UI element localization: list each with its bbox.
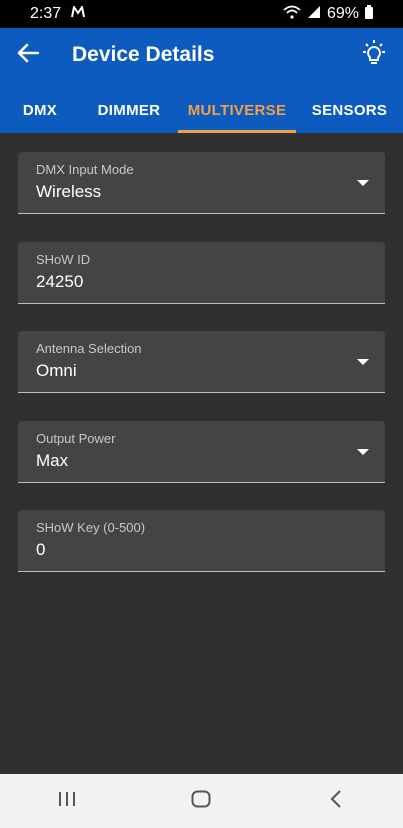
dmx-input-mode-dropdown[interactable]: DMX Input Mode Wireless <box>18 152 385 214</box>
output-power-dropdown[interactable]: Output Power Max <box>18 421 385 483</box>
nav-back-button[interactable] <box>306 781 366 821</box>
field-label: DMX Input Mode <box>36 162 134 177</box>
signal-icon <box>307 5 321 24</box>
back-button[interactable] <box>14 41 42 69</box>
field-value: 24250 <box>36 272 84 291</box>
tab-multiverse[interactable]: MULTIVERSE <box>178 88 296 133</box>
dropdown-arrow-icon <box>357 180 369 186</box>
field-label: SHoW Key (0-500) <box>36 520 146 535</box>
tab-dmx[interactable]: DMX <box>0 88 80 133</box>
status-left: 2:37 <box>30 4 86 23</box>
field-label: Antenna Selection <box>36 341 142 356</box>
field-label: Output Power <box>36 431 116 446</box>
back-icon <box>330 789 342 813</box>
show-key-field[interactable]: SHoW Key (0-500) 0 <box>18 510 385 572</box>
status-bar: 2:37 69% <box>0 0 403 28</box>
tab-dimmer[interactable]: DIMMER <box>80 88 178 133</box>
battery-text: 69% <box>326 5 359 22</box>
field-value: Max <box>36 451 69 470</box>
field-value: Omni <box>36 361 77 380</box>
field-value: Wireless <box>36 182 102 201</box>
show-id-field[interactable]: SHoW ID 24250 <box>18 242 385 304</box>
field-value: 0 <box>36 540 46 559</box>
recent-apps-button[interactable] <box>37 781 97 821</box>
lightbulb-button[interactable] <box>359 39 389 72</box>
field-label: SHoW ID <box>36 252 91 267</box>
arrow-left-icon <box>17 43 40 68</box>
wifi-icon <box>283 5 301 24</box>
recent-apps-icon <box>58 791 76 812</box>
tab-sensors[interactable]: SENSORS <box>296 88 403 133</box>
antenna-selection-dropdown[interactable]: Antenna Selection Omni <box>18 331 385 393</box>
lightbulb-icon <box>360 39 388 72</box>
page-title: Device Details <box>72 43 215 66</box>
battery-icon <box>365 4 373 24</box>
dropdown-arrow-icon <box>357 449 369 455</box>
status-right: 69% <box>283 4 373 24</box>
navigation-bar <box>0 774 403 828</box>
tab-bar: DMX DIMMER MULTIVERSE SENSORS <box>0 88 403 133</box>
dropdown-arrow-icon <box>357 359 369 365</box>
home-button[interactable] <box>171 781 231 821</box>
notification-m-icon <box>71 4 86 23</box>
home-icon <box>191 790 211 813</box>
app-bar: Device Details DMX DIMMER MULTIVERSE SEN… <box>0 28 403 133</box>
status-time: 2:37 <box>30 5 62 22</box>
